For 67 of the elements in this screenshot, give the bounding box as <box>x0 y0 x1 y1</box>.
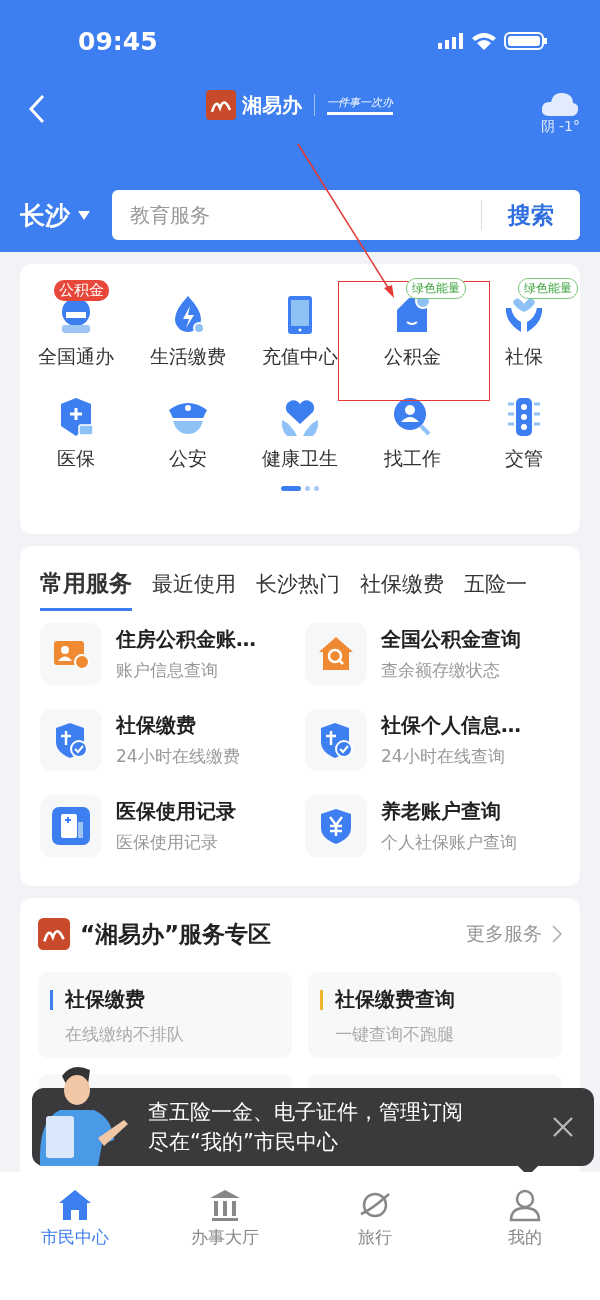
status-time: 09:45 <box>78 26 158 56</box>
service-subtitle: 24小时在线缴费 <box>116 745 240 768</box>
nav-tab[interactable]: 办事大厅 <box>150 1172 300 1300</box>
slogan: 一件事一次办 <box>327 95 393 115</box>
tab[interactable]: 常用服务 <box>40 568 132 611</box>
service-shortcut[interactable]: 交管 <box>468 384 580 472</box>
search-field[interactable]: 教育服务 搜索 <box>112 190 580 240</box>
card-subtitle: 一键查询不跑腿 <box>334 1023 455 1046</box>
service-subtitle: 医保使用记录 <box>116 831 219 854</box>
tab[interactable]: 最近使用 <box>152 568 236 611</box>
service-shortcut[interactable]: 健康卫生 <box>244 384 356 472</box>
icon-tile[interactable] <box>40 709 102 771</box>
nav-tab[interactable]: 旅行 <box>300 1172 450 1300</box>
service-shortcut[interactable]: 找工作 <box>356 384 468 472</box>
badge: 公积金 <box>54 280 109 301</box>
icon-tile[interactable] <box>305 709 367 771</box>
service-shortcut[interactable]: 充值中心 <box>244 282 356 370</box>
badge: 绿色能量 <box>406 278 466 299</box>
tip-text: 查五险一金、电子证件，管理订阅 <box>148 1099 463 1126</box>
service-title[interactable]: 社保个人信息… <box>381 712 521 739</box>
battery-icon <box>504 32 548 50</box>
app-logo-text: 湘易办 <box>242 91 302 119</box>
service-shortcut[interactable]: 公积金 全国通办 <box>20 282 132 370</box>
icon-tile[interactable] <box>40 795 102 857</box>
logo-icon <box>206 90 236 120</box>
service-subtitle: 账户信息查询 <box>116 659 219 682</box>
back-icon[interactable] <box>28 94 46 124</box>
weather-text: 阴 -1° <box>540 118 580 136</box>
badge: 绿色能量 <box>518 278 578 299</box>
section-title: “湘易办”服务专区 <box>80 919 272 949</box>
service-title[interactable]: 养老账户查询 <box>381 798 517 825</box>
card-subtitle: 在线缴纳不排队 <box>64 1023 185 1046</box>
service-card[interactable]: 社保缴费查询 一键查询不跑腿 <box>308 972 562 1058</box>
home-icon <box>57 1188 93 1222</box>
card-title: 社保缴费 <box>65 986 145 1013</box>
tab[interactable]: 社保缴费 <box>360 568 444 611</box>
icon-tile[interactable] <box>305 795 367 857</box>
tip-text: 尽在“我的”市民中心 <box>148 1129 339 1156</box>
logo-icon <box>38 918 70 950</box>
service-shortcut[interactable]: 公安 <box>132 384 244 472</box>
service-shortcut[interactable]: 医保 <box>20 384 132 472</box>
service-title[interactable]: 全国公积金查询 <box>381 626 521 653</box>
card-title: 社保缴费查询 <box>335 986 455 1013</box>
close-icon[interactable] <box>552 1116 574 1138</box>
service-title[interactable]: 社保缴费 <box>116 712 240 739</box>
document-icon <box>51 806 91 846</box>
service-subtitle: 查余额存缴状态 <box>381 659 501 682</box>
service-shortcut[interactable]: 生活缴费 <box>132 282 244 370</box>
service-title[interactable]: 医保使用记录 <box>116 798 236 825</box>
nav-tab[interactable]: 市民中心 <box>0 1172 150 1300</box>
service-subtitle: 个人社保账户查询 <box>381 831 517 854</box>
person-icon <box>507 1188 543 1222</box>
service-subtitle: 24小时在线查询 <box>381 745 506 768</box>
icon-tile[interactable] <box>40 623 102 685</box>
tab[interactable]: 五险一 <box>464 568 527 611</box>
search-button[interactable]: 搜索 <box>482 199 580 231</box>
wifi-icon <box>472 32 496 50</box>
dropdown-icon[interactable] <box>78 210 90 220</box>
service-title[interactable]: 住房公积金账… <box>116 626 256 653</box>
cloud-icon <box>541 90 580 118</box>
city-selector[interactable]: 长沙 <box>20 198 70 232</box>
signal-icon <box>438 33 464 49</box>
service-card[interactable]: 社保缴费 在线缴纳不排队 <box>38 972 292 1058</box>
chevron-icon[interactable] <box>552 925 562 943</box>
nav-tab[interactable]: 我的 <box>450 1172 600 1300</box>
tab[interactable]: 长沙热门 <box>256 568 340 611</box>
icon-tile[interactable] <box>305 623 367 685</box>
